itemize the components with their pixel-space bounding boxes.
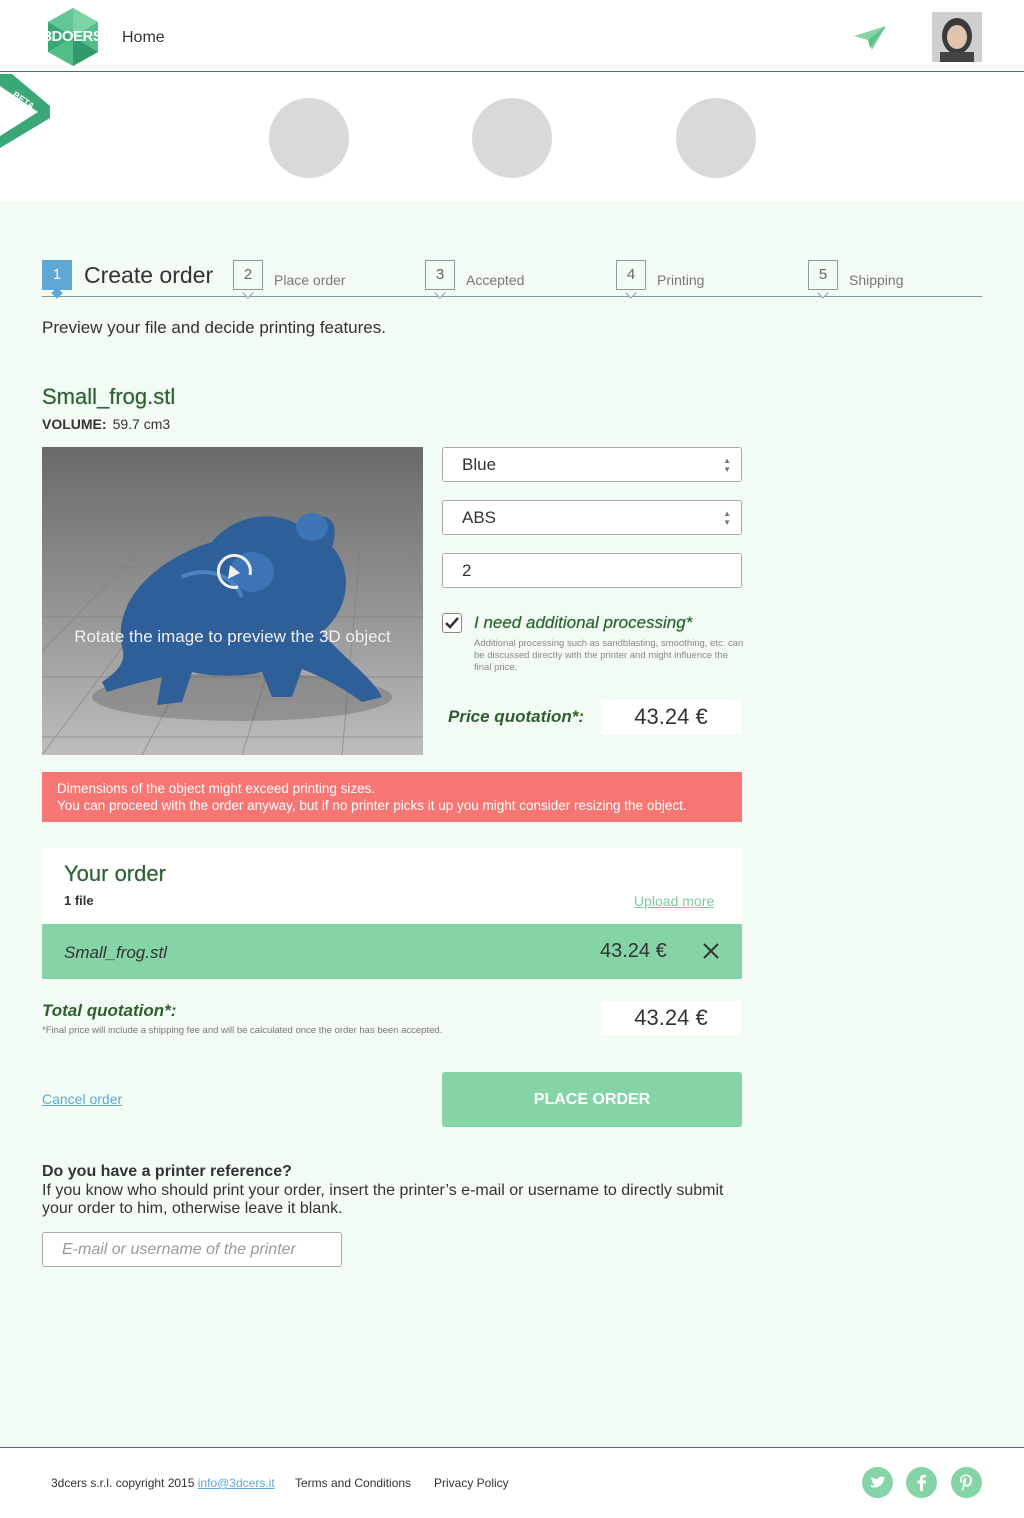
place-order-button[interactable]: PLACE ORDER	[442, 1072, 742, 1127]
printer-reference-description: If you know who should print your order,…	[42, 1182, 724, 1217]
step-2-label: Place order	[274, 272, 346, 288]
privacy-link[interactable]: Privacy Policy	[434, 1476, 509, 1490]
total-quotation-value: 43.24 €	[601, 1001, 741, 1035]
checkmark-icon	[445, 617, 459, 629]
total-quotation-note: *Final price will include a shipping fee…	[42, 1025, 443, 1036]
cancel-order-link[interactable]: Cancel order	[42, 1091, 122, 1107]
step-3-number: 3	[425, 260, 455, 290]
footer-copyright: 3dcers s.r.l. copyright 2015 info@3dcers…	[51, 1476, 275, 1490]
color-select[interactable]: Blue ▲ ▼	[442, 447, 742, 482]
step-5-number: 5	[808, 260, 838, 290]
3d-preview-viewer[interactable]	[42, 447, 423, 755]
avatar-image	[932, 12, 982, 62]
printer-placeholder-3[interactable]	[676, 98, 756, 178]
step-1-number: 1	[42, 260, 72, 290]
quantity-input[interactable]: 2	[442, 553, 742, 588]
twitter-icon[interactable]	[862, 1467, 893, 1498]
step-4-label: Printing	[657, 272, 705, 288]
warning-line-2: You can proceed with the order anyway, b…	[57, 798, 687, 813]
preview-hint: Rotate the image to preview the 3D objec…	[74, 627, 391, 646]
total-quotation-label: Total quotation*:	[42, 1001, 177, 1020]
printer-reference-input[interactable]	[42, 1232, 342, 1267]
price-quotation-value: 43.24 €	[601, 700, 741, 734]
printer-placeholder-1[interactable]	[269, 98, 349, 178]
pinterest-icon[interactable]	[951, 1467, 982, 1498]
user-avatar[interactable]	[932, 12, 982, 62]
material-select[interactable]: ABS ▲ ▼	[442, 500, 742, 535]
step-5-label: Shipping	[849, 272, 904, 288]
upload-more-link[interactable]: Upload more	[634, 893, 714, 909]
remove-item-close-icon[interactable]	[700, 938, 722, 962]
quantity-value: 2	[462, 561, 472, 580]
volume-label: VOLUME:	[42, 416, 107, 432]
order-item-price: 43.24 €	[600, 940, 667, 962]
intro-text: Preview your file and decide printing fe…	[42, 318, 386, 337]
color-select-value: Blue	[462, 455, 497, 474]
order-title: Your order	[64, 861, 166, 886]
footer-email-link[interactable]: info@3dcers.it	[198, 1476, 275, 1490]
terms-link[interactable]: Terms and Conditions	[295, 1476, 411, 1490]
copyright-text: 3dcers s.r.l. copyright 2015	[51, 1476, 195, 1490]
order-item-name: Small_frog.stl	[64, 943, 167, 962]
select-arrows-icon: ▲ ▼	[723, 456, 731, 474]
step-3-label: Accepted	[466, 272, 525, 288]
file-name-title: Small_frog.stl	[42, 384, 176, 409]
step-4-number: 4	[616, 260, 646, 290]
additional-processing-label[interactable]: I need additional processing*	[474, 613, 692, 633]
step-2-number: 2	[233, 260, 263, 290]
price-quotation-label: Price quotation*:	[448, 707, 585, 726]
printer-placeholder-2[interactable]	[472, 98, 552, 178]
steps-divider	[42, 296, 982, 297]
beta-ribbon: BETA	[0, 74, 50, 148]
send-message-icon[interactable]	[852, 24, 888, 52]
select-arrows-icon: ▲ ▼	[723, 509, 731, 527]
3d-model-render	[42, 513, 423, 755]
warning-line-1: Dimensions of the object might exceed pr…	[57, 781, 376, 796]
step-1-label: Create order	[84, 262, 214, 288]
material-select-value: ABS	[462, 508, 497, 527]
file-volume: VOLUME: 59.7 cm3	[42, 416, 170, 432]
nav-home-link[interactable]: Home	[122, 29, 165, 47]
volume-value: 59.7 cm3	[112, 416, 171, 432]
logo-text: 3DOERS	[43, 28, 103, 45]
additional-processing-checkbox[interactable]	[442, 613, 462, 633]
size-warning-banner: Dimensions of the object might exceed pr…	[42, 772, 742, 822]
facebook-icon[interactable]	[906, 1467, 937, 1498]
additional-processing-help: Additional processing such as sandblasti…	[474, 638, 744, 673]
order-file-count: 1 file	[64, 893, 94, 908]
printer-reference-title: Do you have a printer reference?	[42, 1163, 292, 1180]
